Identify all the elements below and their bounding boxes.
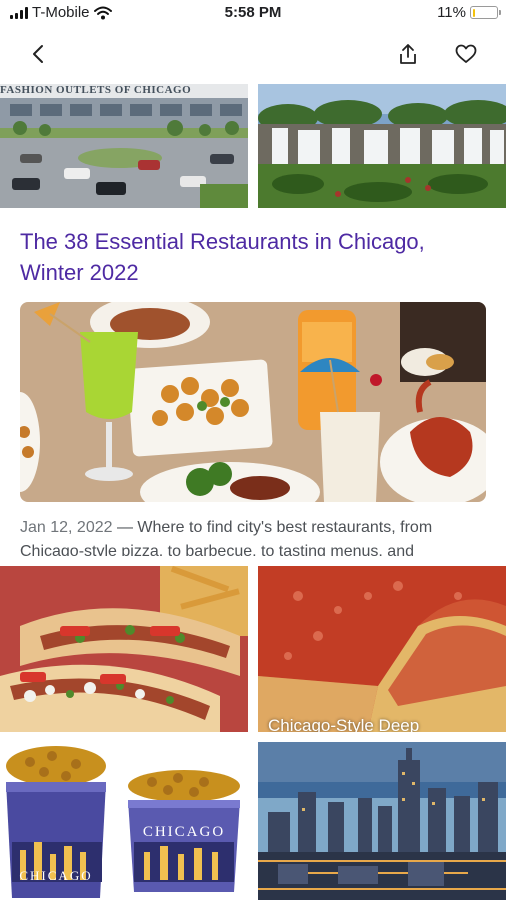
- battery-icon: [470, 6, 501, 19]
- outlet-sign-text: FASHION OUTLETS OF CHICAGO: [0, 84, 192, 96]
- fashion-outlets-image[interactable]: FASHION OUTLETS OF CHICAGO: [0, 84, 248, 208]
- deep-dish-pizza-image[interactable]: Chicago-Style Deep: [258, 566, 506, 732]
- chicago-hot-dog-image[interactable]: [0, 566, 248, 732]
- pizza-caption: Chicago-Style Deep: [268, 716, 420, 732]
- share-button[interactable]: [392, 38, 424, 70]
- popcorn-tin-image-1[interactable]: CHICAGO: [0, 742, 116, 900]
- share-icon: [400, 44, 416, 64]
- favorite-button[interactable]: [450, 38, 482, 70]
- tin-label-1: CHICAGO: [19, 868, 93, 883]
- result-title-link[interactable]: The 38 Essential Restaurants in Chicago,…: [20, 226, 490, 288]
- clock: 5:58 PM: [224, 4, 282, 21]
- battery-percent: 11%: [437, 4, 466, 21]
- status-bar: T-Mobile 5:58 PM 11%: [0, 0, 506, 26]
- result-snippet: Jan 12, 2022 — Where to find city's best…: [20, 516, 490, 556]
- restaurant-food-image[interactable]: [20, 302, 486, 502]
- chicago-skyline-image[interactable]: [258, 742, 506, 900]
- chevron-left-icon: [33, 45, 43, 63]
- result-date: Jan 12, 2022: [20, 519, 113, 536]
- popcorn-tin-image-2[interactable]: CHICAGO: [122, 742, 248, 900]
- battery-group: 11%: [437, 4, 501, 21]
- battery-level: [472, 8, 476, 17]
- top-nav: [0, 30, 506, 78]
- heart-outline-icon: [455, 44, 477, 63]
- tin-label-2: CHICAGO: [142, 824, 226, 840]
- back-button[interactable]: [22, 38, 54, 70]
- waterfall-park-image[interactable]: [258, 84, 506, 208]
